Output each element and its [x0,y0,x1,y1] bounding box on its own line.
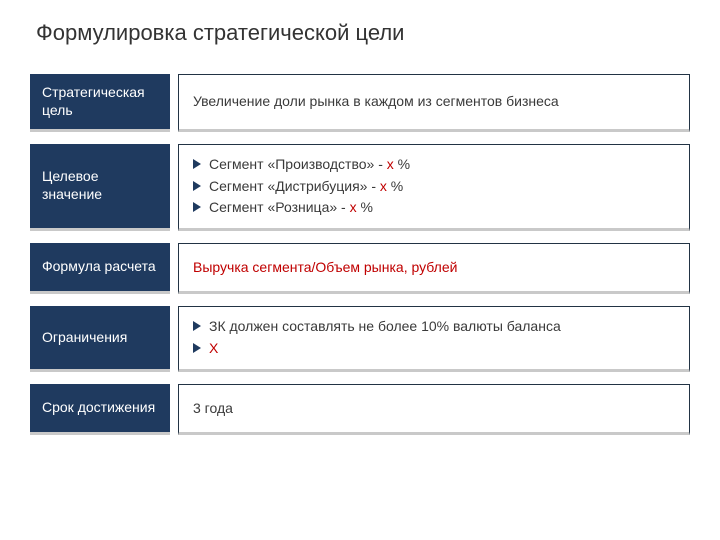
content-goal: Увеличение доли рынка в каждом из сегмен… [178,74,690,132]
triangle-icon [193,343,201,353]
label-target: Целевое значение [30,144,170,231]
row-goal: Стратегическая цель Увеличение доли рынк… [30,74,690,132]
con1-pre: ЗК должен составлять не более 10% валюты… [209,318,561,334]
seg3-pre: Сегмент «Розница» - [209,199,350,215]
row-deadline: Срок достижения 3 года [30,384,690,436]
label-goal: Стратегическая цель [30,74,170,132]
slide-title: Формулировка стратегической цели [36,20,690,46]
seg2-red: х [380,178,387,194]
triangle-icon [193,202,201,212]
seg3-red: х [350,199,357,215]
target-line-3: Сегмент «Розница» - х % [209,198,373,218]
list-item: Сегмент «Розница» - х % [193,198,675,218]
constraint-line-2: Х [209,339,218,359]
list-item: Сегмент «Производство» - х % [193,155,675,175]
rows-container: Стратегическая цель Увеличение доли рынк… [30,74,690,435]
content-formula: Выручка сегмента/Объем рынка, рублей [178,243,690,295]
list-item: Сегмент «Дистрибуция» - х % [193,177,675,197]
label-constraints: Ограничения [30,306,170,371]
seg3-post: % [357,199,373,215]
triangle-icon [193,159,201,169]
content-target: Сегмент «Производство» - х % Сегмент «Ди… [178,144,690,231]
row-formula: Формула расчета Выручка сегмента/Объем р… [30,243,690,295]
row-target: Целевое значение Сегмент «Производство» … [30,144,690,231]
list-item: Х [193,339,675,359]
seg2-pre: Сегмент «Дистрибуция» - [209,178,380,194]
constraint-line-1: ЗК должен составлять не более 10% валюты… [209,317,561,337]
goal-text: Увеличение доли рынка в каждом из сегмен… [193,92,675,112]
seg1-pre: Сегмент «Производство» - [209,156,387,172]
deadline-text: 3 года [193,399,675,419]
list-item: ЗК должен составлять не более 10% валюты… [193,317,675,337]
label-formula: Формула расчета [30,243,170,295]
content-deadline: 3 года [178,384,690,436]
seg2-post: % [387,178,403,194]
triangle-icon [193,321,201,331]
content-constraints: ЗК должен составлять не более 10% валюты… [178,306,690,371]
row-constraints: Ограничения ЗК должен составлять не боле… [30,306,690,371]
con2-red: Х [209,340,218,356]
seg1-red: х [387,156,394,172]
formula-text: Выручка сегмента/Объем рынка, рублей [193,258,675,278]
target-line-1: Сегмент «Производство» - х % [209,155,410,175]
target-line-2: Сегмент «Дистрибуция» - х % [209,177,403,197]
seg1-post: % [394,156,410,172]
triangle-icon [193,181,201,191]
label-deadline: Срок достижения [30,384,170,436]
